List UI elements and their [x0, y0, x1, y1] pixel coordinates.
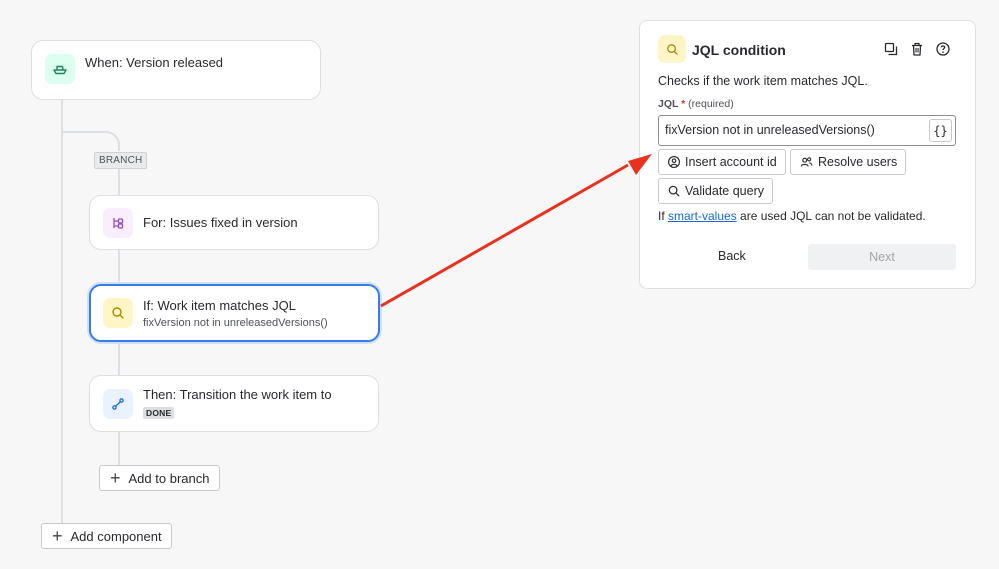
annotation-arrow [380, 154, 652, 308]
